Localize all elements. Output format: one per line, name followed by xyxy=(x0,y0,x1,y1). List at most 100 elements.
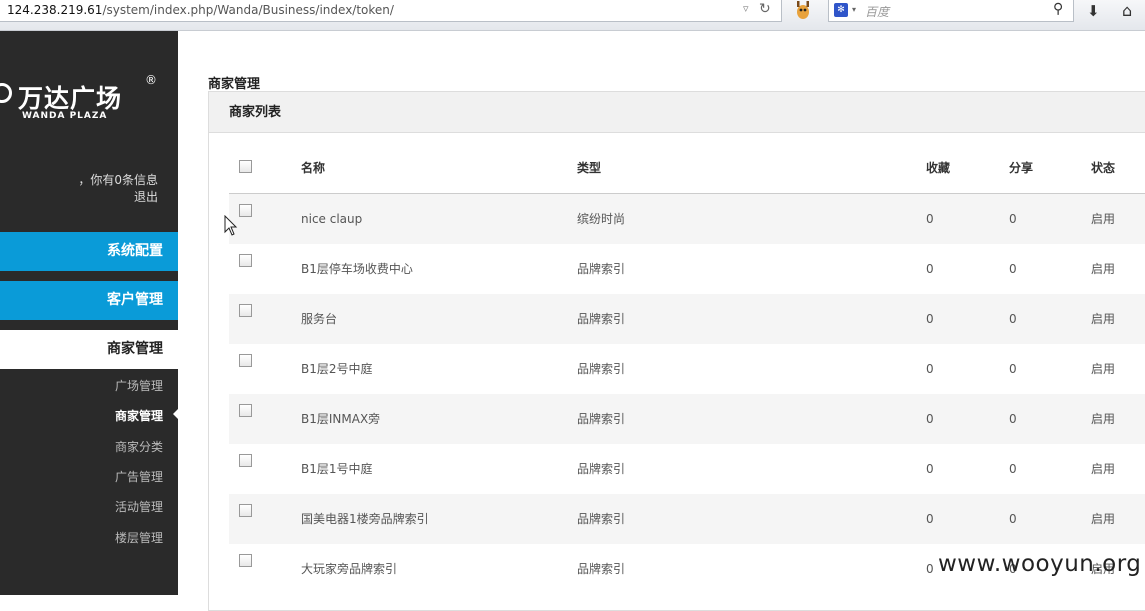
column-header-type[interactable]: 类型 xyxy=(577,142,601,194)
merchant-table: 名称 类型 收藏 分享 状态 nice claup 缤纷时尚 0 0 启用 B1… xyxy=(229,142,1145,594)
address-bar[interactable]: 124.238.219.61/system/index.php/Wanda/Bu… xyxy=(0,0,782,22)
nav-system-config[interactable]: 系统配置 xyxy=(0,232,178,271)
home-icon[interactable]: ⌂ xyxy=(1122,1,1132,20)
merchant-type: 品牌索引 xyxy=(577,562,626,576)
logo-chinese-text: 万达广场 xyxy=(18,84,123,113)
merchant-shares: 0 xyxy=(1009,462,1017,476)
search-box[interactable]: ✻ ▾ 百度 ⚲ xyxy=(828,0,1074,22)
row-select-cell xyxy=(239,544,252,594)
sub-item-activity-management[interactable]: 活动管理 xyxy=(0,498,178,515)
column-header-favorites[interactable]: 收藏 xyxy=(926,142,950,194)
row-checkbox[interactable] xyxy=(239,404,252,417)
merchant-name: 大玩家旁品牌索引 xyxy=(301,562,398,576)
sub-item-plaza-management[interactable]: 广场管理 xyxy=(0,377,178,394)
url-text[interactable]: 124.238.219.61/system/index.php/Wanda/Bu… xyxy=(7,3,394,17)
table-row: 服务台 品牌索引 0 0 启用 xyxy=(229,294,1145,344)
merchant-type: 品牌索引 xyxy=(577,312,626,326)
watermark: www.wooyun.org xyxy=(938,551,1142,577)
row-checkbox[interactable] xyxy=(239,304,252,317)
merchant-name: B1层INMAX旁 xyxy=(301,412,381,426)
merchant-favorites: 0 xyxy=(926,462,934,476)
column-header-name[interactable]: 名称 xyxy=(301,142,325,194)
table-row: B1层停车场收费中心 品牌索引 0 0 启用 xyxy=(229,244,1145,294)
merchant-status[interactable]: 启用 xyxy=(1091,194,1115,244)
merchant-type: 品牌索引 xyxy=(577,262,626,276)
merchant-name: nice claup xyxy=(301,212,363,226)
merchant-list-panel: 商家列表 名称 类型 收藏 分享 状态 nice claup 缤纷时尚 0 0 … xyxy=(208,91,1145,611)
user-message: ，你有0条信息 xyxy=(78,173,158,187)
row-select-cell xyxy=(239,194,252,244)
column-header-shares[interactable]: 分享 xyxy=(1009,142,1033,194)
logout-link[interactable]: 退出 xyxy=(134,188,158,205)
active-indicator-arrow xyxy=(173,408,179,420)
merchant-status[interactable]: 启用 xyxy=(1091,244,1115,294)
nav-merchant-management[interactable]: 商家管理 xyxy=(0,330,178,369)
panel-title: 商家列表 xyxy=(209,92,1145,133)
merchant-status[interactable]: 启用 xyxy=(1091,494,1115,544)
nav-customer-management[interactable]: 客户管理 xyxy=(0,281,178,320)
row-select-cell xyxy=(239,244,252,294)
merchant-status[interactable]: 启用 xyxy=(1091,444,1115,494)
column-header-status[interactable]: 状态 xyxy=(1091,142,1115,194)
row-checkbox[interactable] xyxy=(239,454,252,467)
row-checkbox[interactable] xyxy=(239,204,252,217)
row-checkbox[interactable] xyxy=(239,554,252,567)
page-title: 商家管理 xyxy=(208,77,261,92)
merchant-type: 品牌索引 xyxy=(577,462,626,476)
merchant-name: B1层2号中庭 xyxy=(301,362,373,376)
merchant-favorites: 0 xyxy=(926,212,934,226)
logo-english-text: WANDA PLAZA xyxy=(22,111,108,121)
baidu-paw-icon[interactable]: ✻ xyxy=(834,3,848,17)
wanda-logo: 万达广场 WANDA PLAZA ® xyxy=(0,73,178,127)
row-select-cell xyxy=(239,394,252,444)
merchant-favorites: 0 xyxy=(926,362,934,376)
merchant-shares: 0 xyxy=(1009,312,1017,326)
sub-item-ad-management[interactable]: 广告管理 xyxy=(0,468,178,485)
table-row: nice claup 缤纷时尚 0 0 启用 xyxy=(229,194,1145,244)
search-engine-dropdown-icon[interactable]: ▾ xyxy=(852,5,856,14)
table-row: B1层1号中庭 品牌索引 0 0 启用 xyxy=(229,444,1145,494)
select-all-cell xyxy=(239,142,252,194)
merchant-status[interactable]: 启用 xyxy=(1091,394,1115,444)
row-checkbox[interactable] xyxy=(239,354,252,367)
row-select-cell xyxy=(239,444,252,494)
merchant-shares: 0 xyxy=(1009,362,1017,376)
merchant-name: 国美电器1楼旁品牌索引 xyxy=(301,512,429,526)
merchant-type: 品牌索引 xyxy=(577,362,626,376)
row-checkbox[interactable] xyxy=(239,254,252,267)
merchant-favorites: 0 xyxy=(926,412,934,426)
merchant-favorites: 0 xyxy=(926,512,934,526)
url-dropdown-icon[interactable]: ▿ xyxy=(743,2,749,15)
select-all-checkbox[interactable] xyxy=(239,160,252,173)
merchant-shares: 0 xyxy=(1009,212,1017,226)
row-checkbox[interactable] xyxy=(239,504,252,517)
merchant-type: 缤纷时尚 xyxy=(577,212,626,226)
search-icon[interactable]: ⚲ xyxy=(1053,1,1063,17)
sub-item-merchant-category[interactable]: 商家分类 xyxy=(0,438,178,455)
mouse-cursor-icon xyxy=(224,215,238,236)
reload-icon[interactable]: ↻ xyxy=(759,1,771,17)
sidebar: 万达广场 WANDA PLAZA ® ，你有0条信息 退出 系统配置 客户管理 … xyxy=(0,31,179,595)
sub-item-merchant-management[interactable]: 商家管理 xyxy=(0,407,178,424)
merchant-favorites: 0 xyxy=(926,262,934,276)
giraffe-icon[interactable] xyxy=(794,0,812,20)
row-select-cell xyxy=(239,294,252,344)
merchant-type: 品牌索引 xyxy=(577,412,626,426)
browser-toolbar: 124.238.219.61/system/index.php/Wanda/Bu… xyxy=(0,0,1145,31)
table-row: 国美电器1楼旁品牌索引 品牌索引 0 0 启用 xyxy=(229,494,1145,544)
merchant-shares: 0 xyxy=(1009,262,1017,276)
merchant-name: B1层1号中庭 xyxy=(301,462,373,476)
table-row: B1层2号中庭 品牌索引 0 0 启用 xyxy=(229,344,1145,394)
search-input[interactable]: 百度 xyxy=(865,3,889,20)
merchant-status[interactable]: 启用 xyxy=(1091,344,1115,394)
logo-mark-icon xyxy=(0,83,12,103)
merchant-shares: 0 xyxy=(1009,412,1017,426)
merchant-type: 品牌索引 xyxy=(577,512,626,526)
merchant-favorites: 0 xyxy=(926,562,934,576)
table-header-row: 名称 类型 收藏 分享 状态 xyxy=(229,142,1145,194)
merchant-status[interactable]: 启用 xyxy=(1091,294,1115,344)
sub-item-floor-management[interactable]: 楼层管理 xyxy=(0,529,178,546)
row-select-cell xyxy=(239,494,252,544)
download-icon[interactable]: ⬇ xyxy=(1087,2,1100,20)
merchant-shares: 0 xyxy=(1009,512,1017,526)
